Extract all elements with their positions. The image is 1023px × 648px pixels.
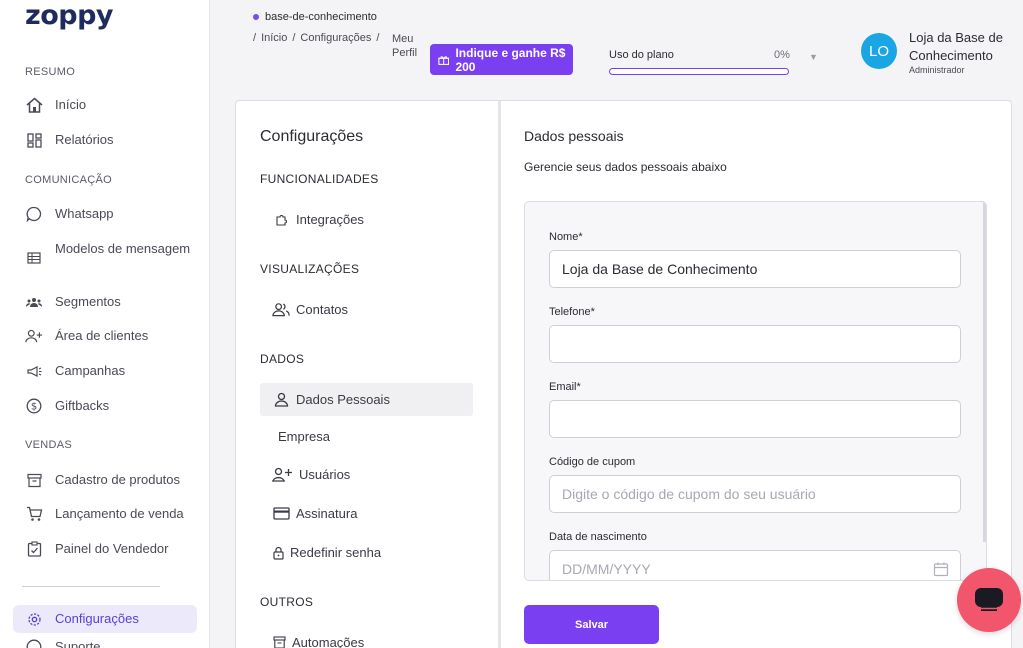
section-comunicacao: COMUNICAÇÃO <box>25 174 113 186</box>
sidebar-item-painel-vendedor[interactable]: Painel do Vendedor <box>25 540 200 558</box>
sidebar-item-cadastro-produtos[interactable]: Cadastro de produtos <box>25 471 200 489</box>
breadcrumb-inicio[interactable]: Início <box>261 32 287 44</box>
help-circle-icon <box>25 638 43 648</box>
group-funcionalidades: FUNCIONALIDADES <box>260 172 379 186</box>
sidebar-item-configuracoes[interactable]: Configurações <box>13 605 197 633</box>
sidebar-divider <box>22 586 160 587</box>
svg-text:$: $ <box>31 402 37 413</box>
sidebar-item-inicio[interactable]: Início <box>25 96 200 114</box>
store-tag: base-de-conhecimento <box>265 11 377 23</box>
plan-usage-percent: 0% <box>774 49 790 61</box>
store-status-dot <box>253 14 259 20</box>
contacts-icon <box>272 302 290 318</box>
plan-usage-bar <box>609 68 789 75</box>
section-vendas: VENDAS <box>25 439 73 451</box>
sidebar-item-campanhas[interactable]: Campanhas <box>25 362 200 380</box>
group-visualizacoes: VISUALIZAÇÕES <box>260 262 360 276</box>
telefone-label: Telefone* <box>549 306 595 318</box>
settings-item-assinatura[interactable]: Assinatura <box>260 497 473 530</box>
dollar-circle-icon: $ <box>25 397 43 415</box>
calendar-icon[interactable] <box>933 561 949 577</box>
chat-bubble-icon <box>25 205 43 223</box>
user-name: Loja da Base de Conhecimento <box>909 30 1003 63</box>
nome-label: Nome* <box>549 231 583 243</box>
settings-item-usuarios[interactable]: Usuários <box>260 458 473 491</box>
nascimento-input[interactable] <box>549 550 961 580</box>
settings-item-contatos[interactable]: Contatos <box>260 293 473 326</box>
telefone-input[interactable] <box>549 325 961 363</box>
personal-data-form: Nome* Telefone* Email* Código de cupom D… <box>524 201 987 581</box>
section-title: Dados pessoais <box>524 128 624 144</box>
email-input[interactable] <box>549 400 961 438</box>
sidebar: zoppy RESUMO Início Relatórios COMUNICAÇ… <box>0 0 210 648</box>
sidebar-item-whatsapp[interactable]: Whatsapp <box>25 205 200 223</box>
email-label: Email* <box>549 381 581 393</box>
sidebar-item-relatorios[interactable]: Relatórios <box>25 131 200 149</box>
breadcrumb-configuracoes[interactable]: Configurações <box>300 32 371 44</box>
sidebar-item-lancamento-venda[interactable]: Lançamento de venda <box>25 505 200 523</box>
settings-title: Configurações <box>260 128 364 145</box>
user-role: Administrador <box>909 65 965 75</box>
nome-input[interactable] <box>549 250 961 288</box>
panel-divider <box>498 101 501 648</box>
group-dados: DADOS <box>260 352 305 366</box>
home-icon <box>25 96 43 114</box>
referral-button[interactable]: Indique e ganhe R$ 200 <box>430 44 573 75</box>
credit-card-icon <box>272 506 290 522</box>
settings-item-redefinir-senha[interactable]: Redefinir senha <box>260 536 473 569</box>
chat-widget-button[interactable] <box>957 568 1021 632</box>
save-button[interactable]: Salvar <box>524 605 659 644</box>
sidebar-item-giftbacks[interactable]: $ Giftbacks <box>25 397 200 415</box>
megaphone-icon <box>25 362 43 380</box>
sidebar-item-area-clientes[interactable]: Área de clientes <box>25 327 200 345</box>
breadcrumb-current: Meu Perfil <box>392 33 418 59</box>
sidebar-item-suporte[interactable]: Suporte <box>25 638 200 648</box>
settings-item-integracoes[interactable]: Integrações <box>260 203 473 236</box>
section-subtitle: Gerencie seus dados pessoais abaixo <box>524 160 727 174</box>
chevron-down-icon[interactable]: ▼ <box>809 52 818 62</box>
breadcrumb: / Início / Configurações / <box>253 32 380 44</box>
settings-item-dados-pessoais[interactable]: Dados Pessoais <box>260 383 473 416</box>
avatar[interactable]: LO <box>861 33 897 69</box>
top-header: base-de-conhecimento / Início / Configur… <box>211 0 1023 100</box>
clipboard-check-icon <box>25 540 43 558</box>
cupom-label: Código de cupom <box>549 456 636 468</box>
group-icon <box>25 293 43 311</box>
person-icon <box>272 392 290 408</box>
archive-icon <box>272 635 286 648</box>
person-add-icon <box>25 327 43 345</box>
settings-item-automacoes[interactable]: Automações <box>260 626 473 648</box>
section-resumo: RESUMO <box>25 66 76 78</box>
nascimento-label: Data de nascimento <box>549 531 647 543</box>
cart-icon <box>25 505 43 523</box>
settings-item-empresa[interactable]: Empresa <box>260 420 473 453</box>
lock-icon <box>272 545 284 561</box>
cupom-input[interactable] <box>549 475 961 513</box>
gift-icon <box>438 55 450 65</box>
group-outros: OUTROS <box>260 595 314 609</box>
chat-icon <box>975 588 1003 611</box>
person-add-icon <box>272 467 293 483</box>
settings-panel: Configurações FUNCIONALIDADES Integraçõe… <box>235 100 1012 648</box>
puzzle-icon <box>272 212 290 228</box>
archive-icon <box>25 471 43 489</box>
plan-usage-label: Uso do plano <box>609 49 674 61</box>
template-icon <box>25 249 43 267</box>
zoppy-logo[interactable]: zoppy <box>25 0 114 31</box>
form-scrollbar[interactable] <box>983 202 986 542</box>
dashboard-icon <box>25 131 43 149</box>
gear-icon <box>25 610 43 628</box>
sidebar-item-modelos[interactable]: Modelos de mensagem <box>25 240 200 267</box>
sidebar-item-segmentos[interactable]: Segmentos <box>25 293 200 311</box>
